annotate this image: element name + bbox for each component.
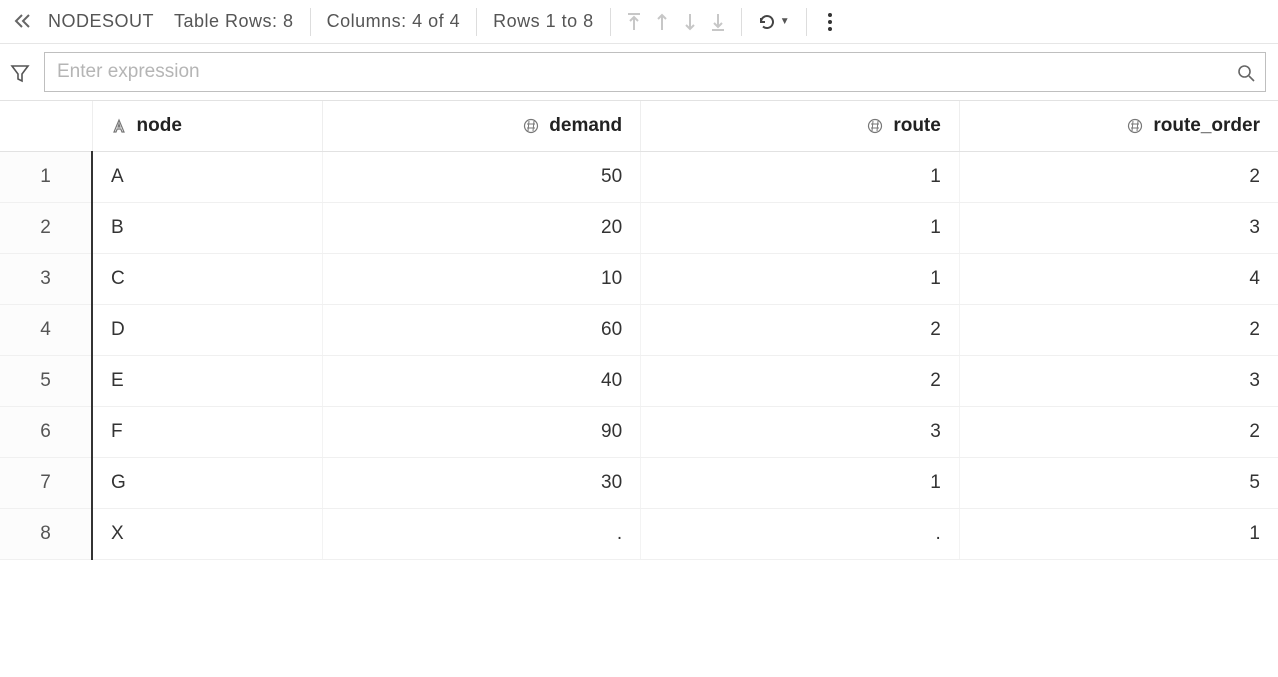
cell-demand[interactable]: 50 xyxy=(322,152,641,203)
filter-row xyxy=(0,44,1278,100)
cell-route-order[interactable]: 2 xyxy=(959,305,1278,356)
separator xyxy=(310,8,311,36)
cell-demand[interactable]: . xyxy=(322,509,641,560)
cell-route[interactable]: 1 xyxy=(641,458,960,509)
cell-demand[interactable]: 30 xyxy=(322,458,641,509)
cell-route[interactable]: 2 xyxy=(641,305,960,356)
more-options-button[interactable] xyxy=(813,10,847,33)
table-row[interactable]: 7G3015 xyxy=(0,458,1278,509)
cell-demand[interactable]: 90 xyxy=(322,407,641,458)
row-number[interactable]: 1 xyxy=(0,152,92,203)
num-type-icon xyxy=(523,115,539,137)
separator xyxy=(741,8,742,36)
collapse-button[interactable] xyxy=(8,13,38,31)
go-first-button[interactable] xyxy=(627,11,641,32)
col-header-route[interactable]: route xyxy=(641,101,960,152)
cell-node[interactable]: E xyxy=(92,356,322,407)
col-header-node[interactable]: node xyxy=(92,101,322,152)
cell-route-order[interactable]: 2 xyxy=(959,152,1278,203)
go-prev-button[interactable] xyxy=(655,11,669,32)
row-number[interactable]: 6 xyxy=(0,407,92,458)
cell-route[interactable]: 1 xyxy=(641,254,960,305)
dataset-name: NODESOUT xyxy=(38,11,164,32)
cell-demand[interactable]: 20 xyxy=(322,203,641,254)
table-row[interactable]: 1A5012 xyxy=(0,152,1278,203)
table-row[interactable]: 4D6022 xyxy=(0,305,1278,356)
cell-route-order[interactable]: 5 xyxy=(959,458,1278,509)
num-type-icon xyxy=(1127,115,1143,137)
col-header-route-order[interactable]: route_order xyxy=(959,101,1278,152)
cell-node[interactable]: G xyxy=(92,458,322,509)
cell-route-order[interactable]: 4 xyxy=(959,254,1278,305)
col-label: route_order xyxy=(1153,115,1260,136)
rows-range-label: Rows 1 to 8 xyxy=(483,11,604,32)
search-button[interactable] xyxy=(1237,62,1255,83)
toolbar: NODESOUT Table Rows: 8 Columns: 4 of 4 R… xyxy=(0,0,1278,44)
col-label: route xyxy=(893,115,941,136)
cell-route[interactable]: 2 xyxy=(641,356,960,407)
row-number[interactable]: 2 xyxy=(0,203,92,254)
header-row: node demand route route_order xyxy=(0,101,1278,152)
row-number[interactable]: 7 xyxy=(0,458,92,509)
cell-route-order[interactable]: 2 xyxy=(959,407,1278,458)
data-table: node demand route route_order 1A50122B20… xyxy=(0,100,1278,560)
cell-node[interactable]: X xyxy=(92,509,322,560)
table-row[interactable]: 3C1014 xyxy=(0,254,1278,305)
arrow-down-icon xyxy=(683,13,697,31)
arrow-up-bar-icon xyxy=(627,13,641,31)
cell-route[interactable]: 1 xyxy=(641,152,960,203)
cell-demand[interactable]: 40 xyxy=(322,356,641,407)
refresh-button[interactable]: ▼ xyxy=(748,13,800,31)
row-number[interactable]: 8 xyxy=(0,509,92,560)
cell-route-order[interactable]: 1 xyxy=(959,509,1278,560)
chevrons-left-icon xyxy=(14,14,32,28)
row-number[interactable]: 5 xyxy=(0,356,92,407)
table-row[interactable]: 2B2013 xyxy=(0,203,1278,254)
cell-node[interactable]: A xyxy=(92,152,322,203)
search-icon xyxy=(1237,64,1255,82)
cell-route[interactable]: 1 xyxy=(641,203,960,254)
kebab-icon xyxy=(827,12,833,32)
funnel-icon xyxy=(10,63,30,83)
num-type-icon xyxy=(867,115,883,137)
arrow-up-icon xyxy=(655,13,669,31)
cell-node[interactable]: C xyxy=(92,254,322,305)
caret-down-icon: ▼ xyxy=(780,16,790,27)
cell-demand[interactable]: 10 xyxy=(322,254,641,305)
refresh-icon xyxy=(758,13,776,31)
filter-input[interactable] xyxy=(55,60,1237,84)
filter-input-wrap xyxy=(44,52,1266,92)
col-label: node xyxy=(137,115,182,136)
go-last-button[interactable] xyxy=(711,11,725,32)
cell-route[interactable]: 3 xyxy=(641,407,960,458)
col-label: demand xyxy=(549,115,622,136)
rownum-header[interactable] xyxy=(0,101,92,152)
cell-demand[interactable]: 60 xyxy=(322,305,641,356)
table-row[interactable]: 5E4023 xyxy=(0,356,1278,407)
columns-label: Columns: 4 of 4 xyxy=(317,11,471,32)
filter-button[interactable] xyxy=(10,61,30,82)
separator xyxy=(610,8,611,36)
cell-route-order[interactable]: 3 xyxy=(959,203,1278,254)
row-number[interactable]: 4 xyxy=(0,305,92,356)
cell-route-order[interactable]: 3 xyxy=(959,356,1278,407)
row-nav-group xyxy=(617,11,735,32)
cell-route[interactable]: . xyxy=(641,509,960,560)
table-row[interactable]: 8X..1 xyxy=(0,509,1278,560)
char-type-icon xyxy=(111,115,127,137)
col-header-demand[interactable]: demand xyxy=(322,101,641,152)
cell-node[interactable]: D xyxy=(92,305,322,356)
separator xyxy=(806,8,807,36)
table-row[interactable]: 6F9032 xyxy=(0,407,1278,458)
arrow-down-bar-icon xyxy=(711,13,725,31)
separator xyxy=(476,8,477,36)
cell-node[interactable]: F xyxy=(92,407,322,458)
table-rows-label: Table Rows: 8 xyxy=(164,11,304,32)
cell-node[interactable]: B xyxy=(92,203,322,254)
go-next-button[interactable] xyxy=(683,11,697,32)
row-number[interactable]: 3 xyxy=(0,254,92,305)
